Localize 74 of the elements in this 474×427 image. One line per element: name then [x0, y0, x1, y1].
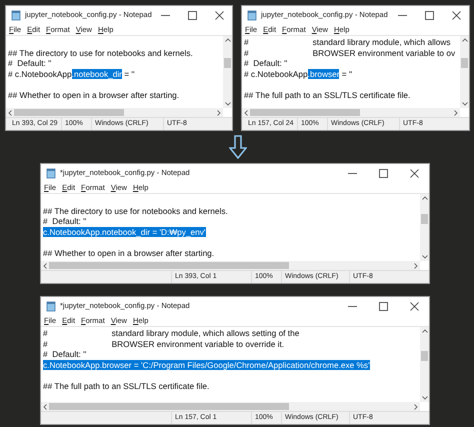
- scrollbar-thumb[interactable]: [14, 109, 124, 116]
- scroll-up-icon[interactable]: [422, 329, 428, 333]
- code-line: ## The full path to an SSL/TLS certificate file.: [244, 90, 410, 100]
- close-icon[interactable]: [452, 10, 461, 20]
- code-line: = '': [340, 68, 352, 79]
- code-line: # c.NotebookApp: [8, 68, 72, 79]
- scroll-right-icon[interactable]: [454, 110, 458, 116]
- vertical-scrollbar[interactable]: [460, 36, 469, 108]
- maximize-icon[interactable]: [379, 302, 388, 310]
- scroll-left-icon[interactable]: [43, 262, 47, 268]
- scrollbar-thumb[interactable]: [421, 350, 428, 360]
- scroll-up-icon[interactable]: [462, 38, 468, 42]
- code-line: #: [43, 328, 48, 338]
- scroll-right-icon[interactable]: [217, 110, 221, 116]
- selected-text: .notebook_dir: [72, 68, 122, 79]
- scrollbar-thumb[interactable]: [224, 58, 231, 68]
- notepad-icon: [46, 168, 56, 178]
- notepad-icon: [247, 10, 257, 20]
- maximize-icon[interactable]: [425, 10, 434, 20]
- notepad-icon: [46, 300, 56, 312]
- scroll-down-icon[interactable]: [224, 102, 230, 106]
- horizontal-scrollbar[interactable]: [41, 402, 420, 411]
- scrollbar-thumb[interactable]: [49, 403, 289, 410]
- selected-text: c.NotebookApp.browser = 'C:/Program Files/Google/Chrome/Application/chrome.exe %s': [43, 360, 370, 370]
- scroll-left-icon[interactable]: [8, 110, 12, 116]
- scrollbar-thumb[interactable]: [461, 58, 468, 68]
- scroll-left-icon[interactable]: [244, 110, 248, 116]
- down-arrow-icon: [229, 135, 247, 159]
- scroll-down-icon[interactable]: [462, 102, 468, 106]
- code-line: = '': [123, 68, 135, 79]
- scroll-right-icon[interactable]: [414, 404, 418, 410]
- close-icon[interactable]: [410, 302, 419, 310]
- scroll-right-icon[interactable]: [414, 262, 418, 268]
- code-line: # c.NotebookApp: [244, 68, 308, 79]
- vertical-scrollbar[interactable]: [420, 194, 429, 261]
- scrollbar-thumb[interactable]: [421, 214, 428, 224]
- code-line: # Default: '': [43, 349, 86, 360]
- code-line: # Default: '': [244, 58, 288, 68]
- code-line: ## Whether to open in a browser after starting.: [43, 248, 214, 258]
- text-area[interactable]: ## The directory to use for notebooks and kernels. # Default: '' c.NotebookApp.notebook_dir = 'D:₩py_env' ## Whether to open in a browser after starting.: [41, 194, 420, 261]
- horizontal-scrollbar[interactable]: [41, 261, 420, 270]
- notepad-icon: [11, 10, 21, 20]
- text-area[interactable]: # standard library module, which allows # BROWSER environment variable to ov # Default: '' # c.NotebookApp.browser = '' ## The full path to an SSL/TLS certificate file.: [242, 36, 460, 108]
- maximize-icon[interactable]: [188, 10, 197, 20]
- scroll-left-icon[interactable]: [43, 404, 47, 410]
- code-line: ## The full path to an SSL/TLS certificate file.: [43, 380, 210, 391]
- code-line: ## Whether to open in a browser after starting.: [8, 90, 180, 100]
- vertical-scrollbar[interactable]: [420, 327, 429, 402]
- scrollbar-thumb[interactable]: [49, 262, 289, 269]
- code-line: BROWSER environment variable to override it.: [112, 338, 284, 349]
- scrollbar-thumb[interactable]: [250, 109, 360, 116]
- code-line: ## The directory to use for notebooks and kernels.: [43, 206, 228, 216]
- horizontal-scrollbar[interactable]: [242, 108, 460, 117]
- scroll-down-icon[interactable]: [422, 255, 428, 259]
- code-line: # Default: '': [43, 216, 86, 226]
- maximize-icon[interactable]: [379, 168, 388, 178]
- vertical-scrollbar[interactable]: [223, 36, 232, 108]
- code-line: #: [43, 338, 48, 349]
- horizontal-scrollbar[interactable]: [6, 108, 223, 117]
- selected-text: .browser: [308, 68, 340, 79]
- code-line: # Default: '': [8, 58, 52, 68]
- scroll-down-icon[interactable]: [422, 396, 428, 400]
- text-area[interactable]: ## The directory to use for notebooks and kernels. # Default: '' # c.NotebookApp.notebook_dir = '' ## Whether to open in a browser after starting.: [6, 36, 223, 108]
- selected-text: c.NotebookApp.notebook_dir = 'D:₩py_env': [43, 226, 206, 237]
- close-icon[interactable]: [410, 168, 419, 178]
- scroll-up-icon[interactable]: [224, 38, 230, 42]
- code-line: ## The directory to use for notebooks and kernels.: [8, 48, 193, 58]
- code-line: BROWSER environment variable to ov: [312, 48, 456, 58]
- code-line: #: [244, 48, 249, 58]
- scroll-up-icon[interactable]: [422, 196, 428, 200]
- code-line: standard library module, which allows: [312, 37, 451, 48]
- close-icon[interactable]: [215, 10, 224, 20]
- code-line: #: [244, 37, 249, 48]
- code-line: standard library module, which allows setting of the: [112, 328, 300, 338]
